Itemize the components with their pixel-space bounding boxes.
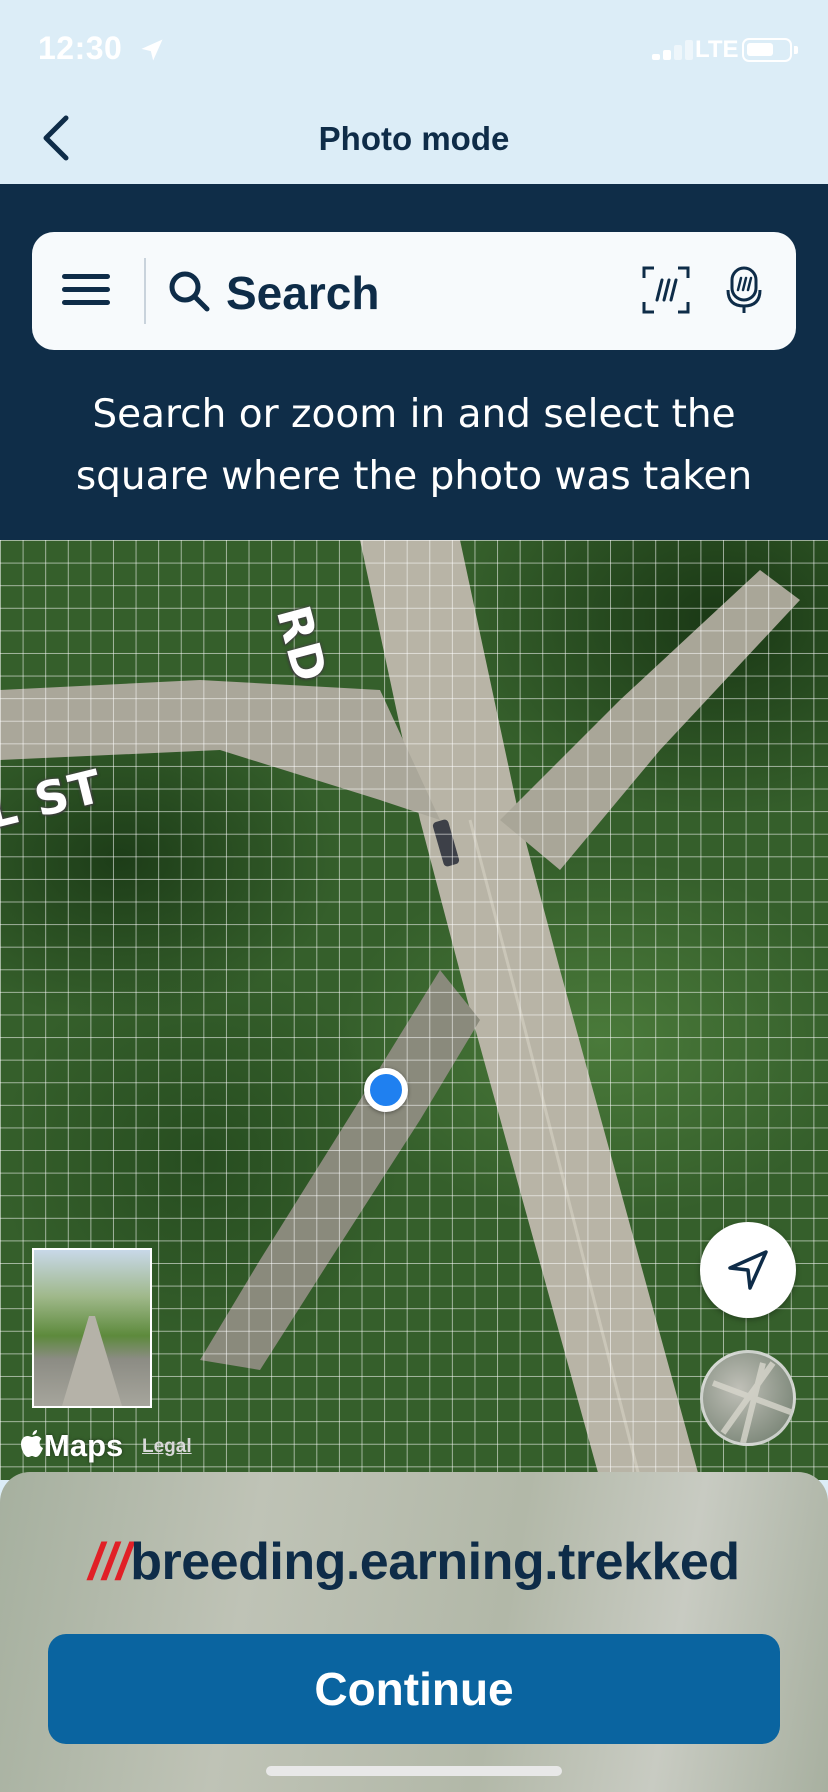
maps-logo: Maps bbox=[20, 1428, 123, 1464]
navigation-arrow-icon bbox=[728, 1250, 768, 1290]
location-arrow-icon bbox=[141, 39, 163, 61]
maps-logo-text: Maps bbox=[44, 1428, 124, 1463]
location-marker bbox=[364, 1068, 408, 1112]
microphone-icon[interactable] bbox=[724, 266, 764, 314]
network-type: LTE bbox=[695, 36, 739, 63]
nav-bar: Photo mode bbox=[0, 100, 828, 184]
map-view-toggle[interactable] bbox=[700, 1350, 796, 1446]
status-bar: 12:30 LTE bbox=[0, 0, 828, 100]
photo-thumbnail[interactable] bbox=[32, 1248, 152, 1408]
battery-icon bbox=[742, 38, 798, 62]
satellite-map[interactable]: L ST RD Maps Legal bbox=[0, 540, 828, 1480]
status-time: 12:30 bbox=[38, 30, 123, 66]
search-divider bbox=[144, 258, 146, 324]
search-bar: Search bbox=[32, 232, 796, 350]
page-title: Photo mode bbox=[318, 120, 510, 157]
instruction-text: Search or zoom in and select the square … bbox=[75, 392, 753, 499]
apple-icon bbox=[21, 1430, 43, 1457]
result-sheet: ///breeding.earning.trekked Continue bbox=[0, 1472, 828, 1792]
home-indicator bbox=[266, 1766, 562, 1776]
continue-button[interactable]: Continue bbox=[48, 1634, 780, 1744]
w3w-words: breeding.earning.trekked bbox=[130, 1533, 740, 1591]
what3words-address: ///breeding.earning.trekked bbox=[0, 1532, 828, 1592]
search-icon bbox=[169, 271, 210, 312]
search-input[interactable]: Search bbox=[226, 266, 379, 320]
scan-icon[interactable] bbox=[642, 266, 690, 314]
locate-me-button[interactable] bbox=[700, 1222, 796, 1318]
signal-icon bbox=[652, 38, 694, 60]
w3w-slashes: /// bbox=[88, 1533, 131, 1591]
legal-link[interactable]: Legal bbox=[142, 1436, 192, 1458]
search-panel: Search Search or zoom in and select the … bbox=[0, 184, 828, 540]
menu-icon[interactable] bbox=[62, 272, 112, 308]
